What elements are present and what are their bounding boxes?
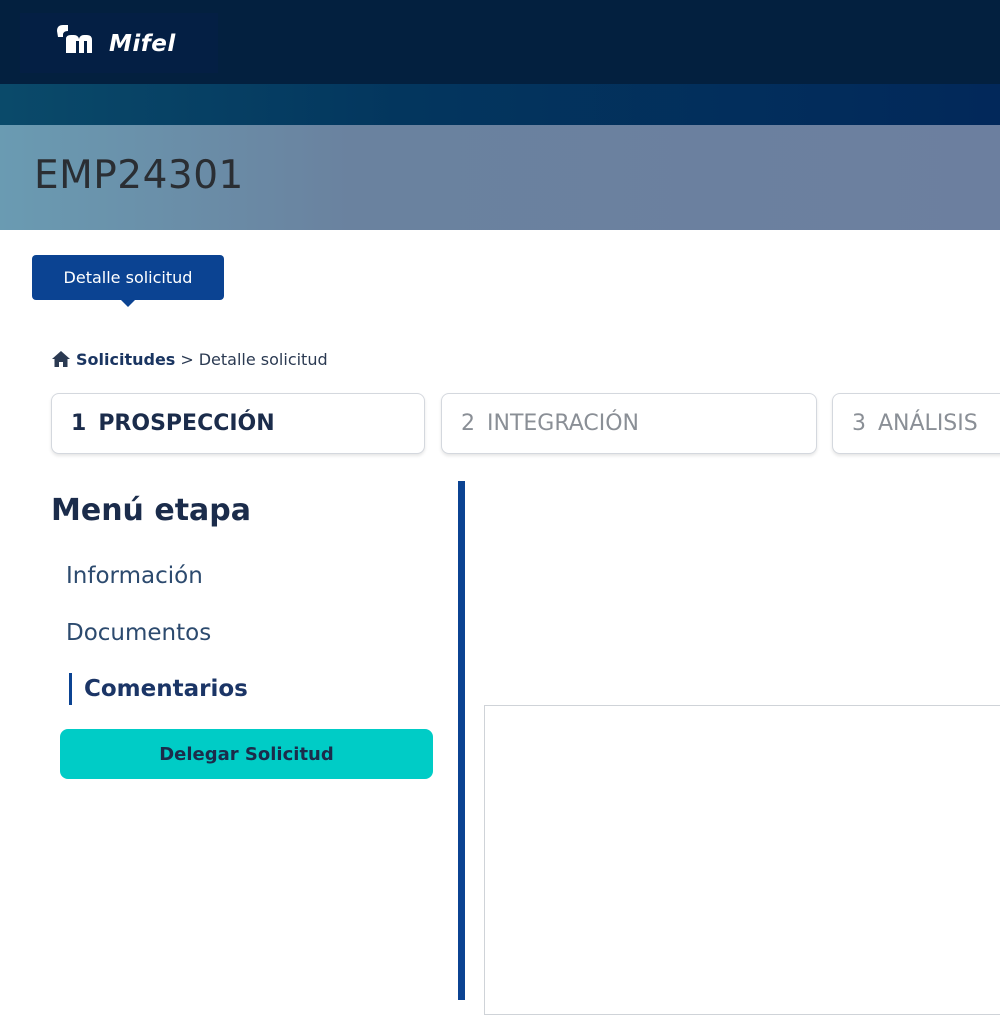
top-navbar: Mifel xyxy=(0,0,1000,84)
stage-integracion[interactable]: 2 INTEGRACIÓN xyxy=(441,393,817,454)
menu-item-comentarios[interactable]: Comentarios xyxy=(69,673,248,705)
menu-item-documentos[interactable]: Documentos xyxy=(66,620,211,646)
breadcrumb: Solicitudes > Detalle solicitud xyxy=(51,347,328,371)
page-header: EMP24301 xyxy=(0,125,1000,230)
mifel-logo-icon xyxy=(57,25,92,53)
tab-detalle-solicitud[interactable]: Detalle solicitud xyxy=(32,255,224,307)
stage-label: PROSPECCIÓN xyxy=(98,411,275,436)
brand-logo[interactable]: Mifel xyxy=(20,13,218,73)
stage-label: INTEGRACIÓN xyxy=(487,411,640,436)
menu-item-informacion[interactable]: Información xyxy=(66,563,203,589)
header-band xyxy=(0,84,1000,125)
brand-name: Mifel xyxy=(109,31,176,57)
stage-number: 2 xyxy=(461,411,475,436)
stage-analisis[interactable]: 3 ANÁLISIS xyxy=(832,393,1000,454)
content-divider xyxy=(458,481,465,1000)
comments-panel xyxy=(484,705,1000,1015)
stage-prospeccion[interactable]: 1 PROSPECCIÓN xyxy=(51,393,425,454)
menu-title: Menú etapa xyxy=(51,493,252,528)
home-icon[interactable] xyxy=(51,350,71,368)
breadcrumb-separator: > xyxy=(180,349,194,369)
breadcrumb-current: Detalle solicitud xyxy=(198,349,328,369)
page-title: EMP24301 xyxy=(34,153,244,198)
stage-number: 3 xyxy=(852,411,866,436)
delegar-solicitud-button[interactable]: Delegar Solicitud xyxy=(60,729,433,779)
stage-label: ANÁLISIS xyxy=(878,411,978,436)
breadcrumb-solicitudes[interactable]: Solicitudes xyxy=(76,350,175,369)
stage-number: 1 xyxy=(71,411,87,436)
